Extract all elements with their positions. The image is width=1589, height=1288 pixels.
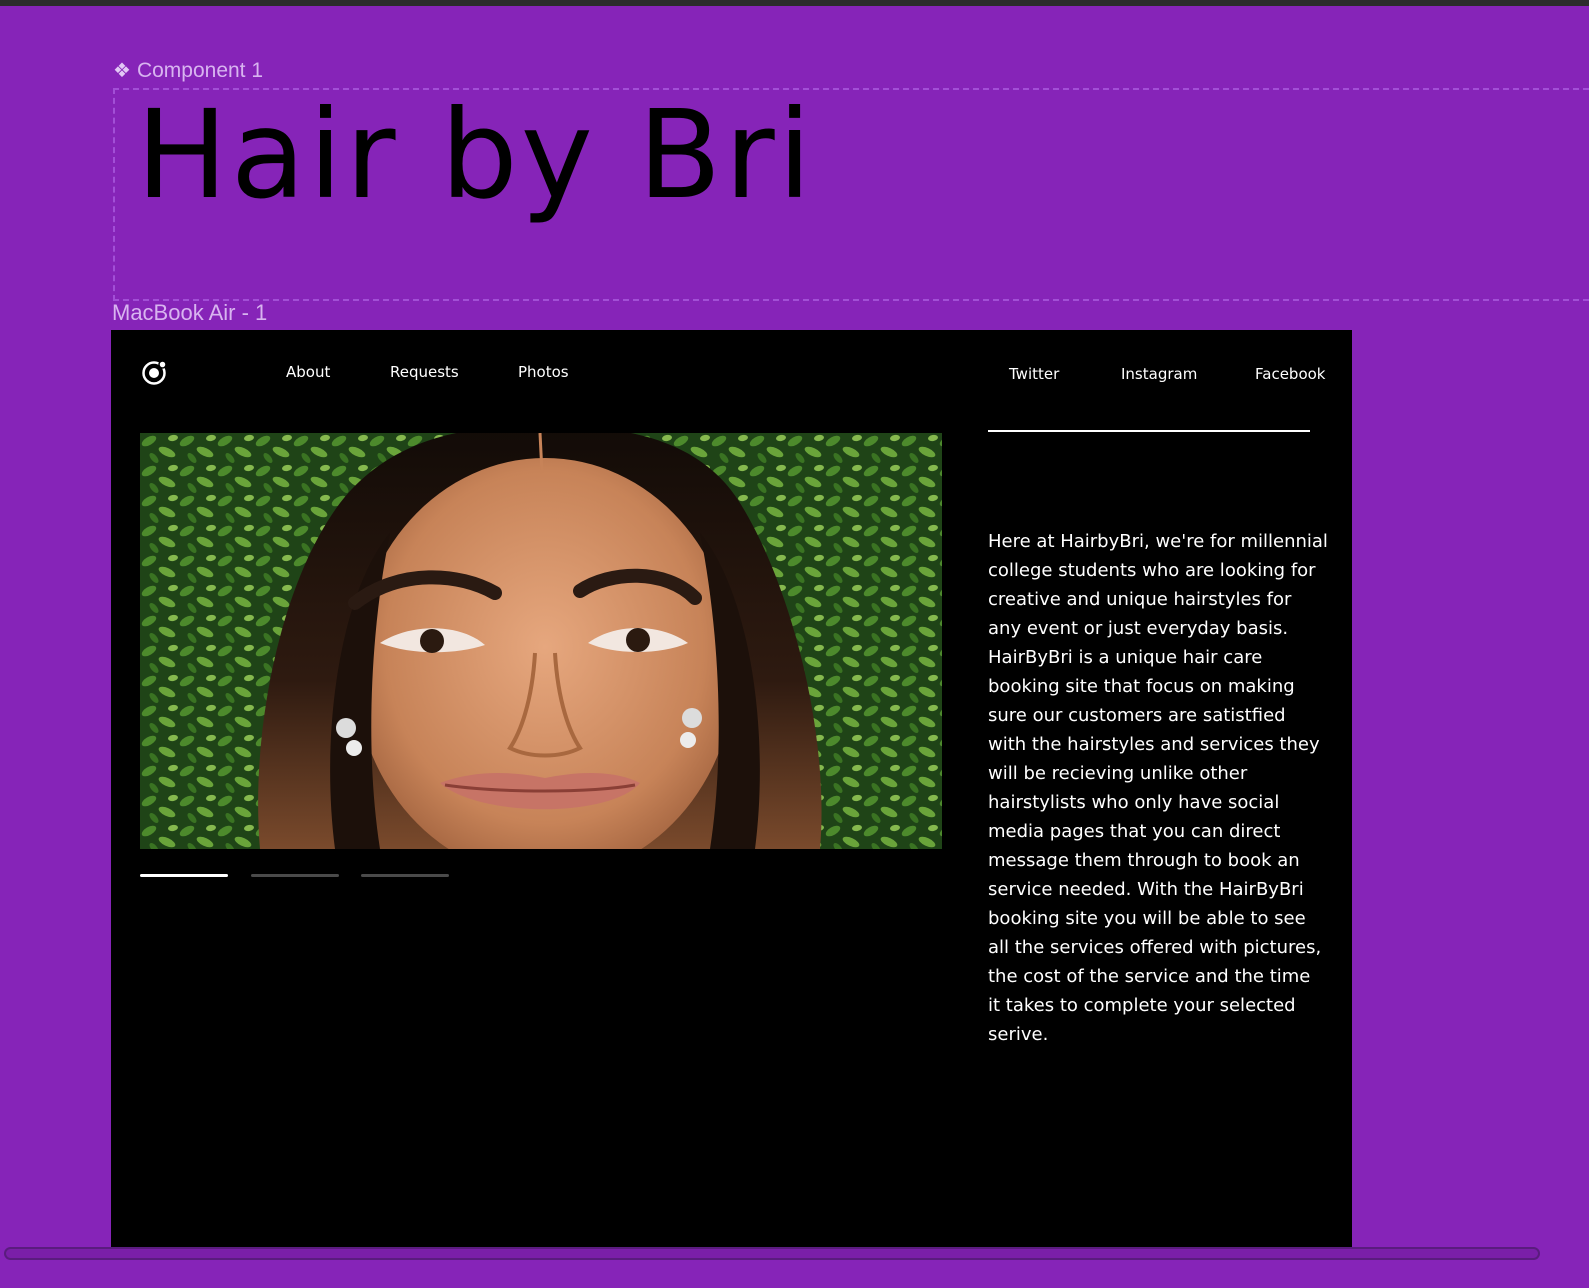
nav-requests-link[interactable]: Requests	[390, 363, 459, 381]
twitter-link[interactable]: Twitter	[1009, 365, 1059, 383]
carousel-indicator-3[interactable]	[361, 874, 449, 877]
about-text: Here at HairbyBri, we're for millennial …	[988, 531, 1328, 1045]
carousel-indicator-1[interactable]	[140, 874, 228, 877]
carousel-indicator-2[interactable]	[251, 874, 339, 877]
component-diamond-icon: ❖	[113, 60, 131, 82]
horizontal-scrollbar[interactable]	[4, 1247, 1540, 1260]
divider-line	[988, 430, 1310, 432]
instagram-link[interactable]: Instagram	[1121, 365, 1197, 383]
component-label-text: Component 1	[136, 58, 264, 82]
frame-label[interactable]: MacBook Air - 1	[112, 300, 267, 326]
nav-photos-link[interactable]: Photos	[518, 363, 569, 381]
component-label[interactable]: ❖ Component 1	[113, 58, 263, 83]
facebook-link[interactable]: Facebook	[1255, 365, 1325, 383]
nav-about-link[interactable]: About	[286, 363, 330, 381]
logo-ring-icon[interactable]	[141, 360, 167, 386]
hero-photo	[140, 433, 942, 849]
page-title: Hair by Bri	[136, 84, 815, 226]
macbook-frame: About Requests Photos Twitter Instagram …	[111, 330, 1352, 1248]
editor-top-bar	[0, 0, 1589, 6]
